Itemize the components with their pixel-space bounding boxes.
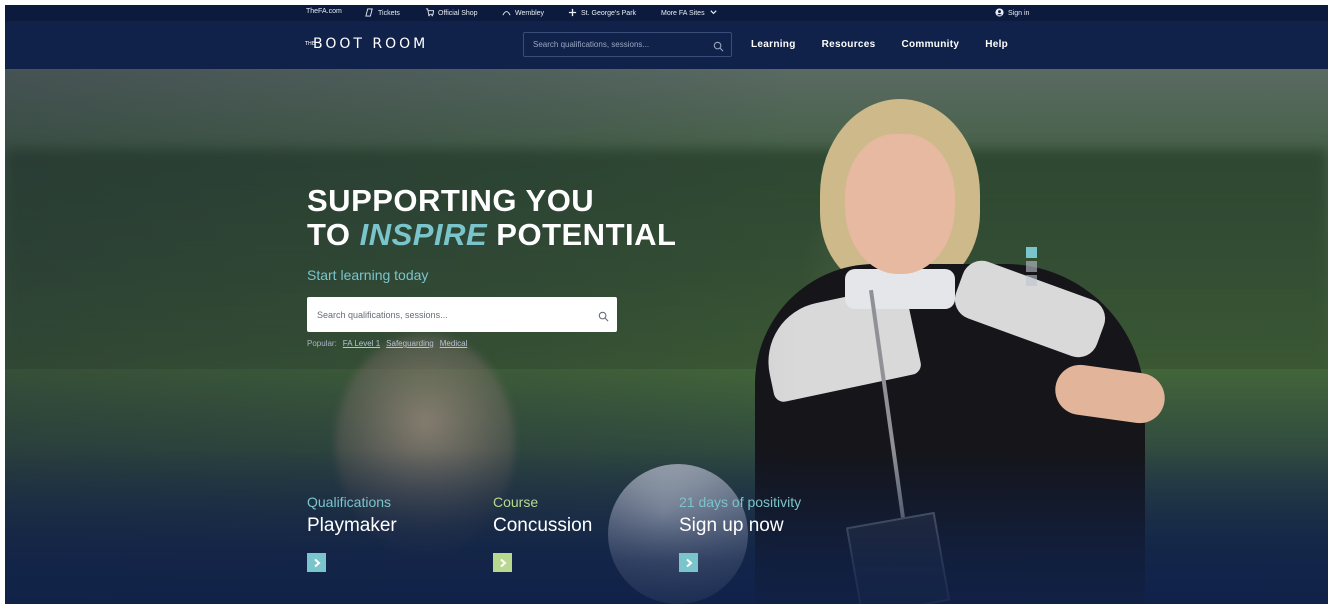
wembley-arch-icon (502, 8, 511, 19)
popular-searches: Popular: FA Level 1 Safeguarding Medical (307, 339, 468, 348)
popular-link-fa-level-1[interactable]: FA Level 1 (343, 339, 380, 348)
nav-learning[interactable]: Learning (751, 39, 796, 50)
utility-bar: TheFA.com Tickets Official Shop Wembley … (5, 5, 1328, 22)
sign-in-link[interactable]: Sign in (995, 8, 1029, 19)
hero-search (307, 297, 617, 332)
primary-nav-links: Learning Resources Community Help (751, 39, 1008, 50)
search-icon[interactable] (598, 309, 609, 322)
link-tickets[interactable]: Tickets (365, 8, 400, 19)
promo-concussion[interactable]: Course Concussion (493, 494, 663, 572)
nav-help[interactable]: Help (985, 39, 1008, 50)
boot-room-logo[interactable]: THEBOOT ROOM (305, 36, 428, 52)
nav-community[interactable]: Community (901, 39, 959, 50)
link-official-shop[interactable]: Official Shop (425, 8, 478, 19)
shopping-cart-icon (425, 8, 435, 19)
carousel-dot-3[interactable] (1026, 275, 1037, 286)
carousel-dot-2[interactable] (1026, 261, 1037, 272)
promo-playmaker[interactable]: Qualifications Playmaker (307, 494, 477, 572)
link-thefa[interactable]: TheFA.com (306, 8, 342, 15)
header-search-input[interactable] (524, 33, 704, 56)
st-georges-cross-icon (568, 8, 577, 19)
main-nav: THEBOOT ROOM Learning Resources Communit… (5, 21, 1328, 69)
carousel-pager (1026, 247, 1037, 286)
header-search (523, 32, 732, 57)
promo-21-days-positivity[interactable]: 21 days of positivity Sign up now (679, 494, 849, 572)
hero-banner: SUPPORTING YOU TO INSPIRE POTENTIAL Star… (5, 69, 1328, 604)
arrow-right-icon[interactable] (307, 553, 326, 572)
chevron-down-icon (709, 8, 718, 19)
link-st-georges-park[interactable]: St. George's Park (568, 8, 636, 19)
hero-headline: SUPPORTING YOU TO INSPIRE POTENTIAL (307, 183, 677, 252)
more-fa-sites-dropdown[interactable]: More FA Sites (661, 8, 718, 22)
user-icon (995, 8, 1004, 19)
page-frame: TheFA.com Tickets Official Shop Wembley … (5, 5, 1328, 604)
nav-resources[interactable]: Resources (822, 39, 876, 50)
carousel-dot-1[interactable] (1026, 247, 1037, 258)
popular-link-safeguarding[interactable]: Safeguarding (386, 339, 434, 348)
link-wembley[interactable]: Wembley (502, 8, 544, 19)
arrow-right-icon[interactable] (493, 553, 512, 572)
hero-search-input[interactable] (307, 297, 577, 332)
search-icon[interactable] (713, 39, 724, 52)
popular-link-medical[interactable]: Medical (440, 339, 468, 348)
arrow-right-icon[interactable] (679, 553, 698, 572)
ticket-icon (365, 8, 374, 19)
hero-subhead: Start learning today (307, 267, 429, 283)
